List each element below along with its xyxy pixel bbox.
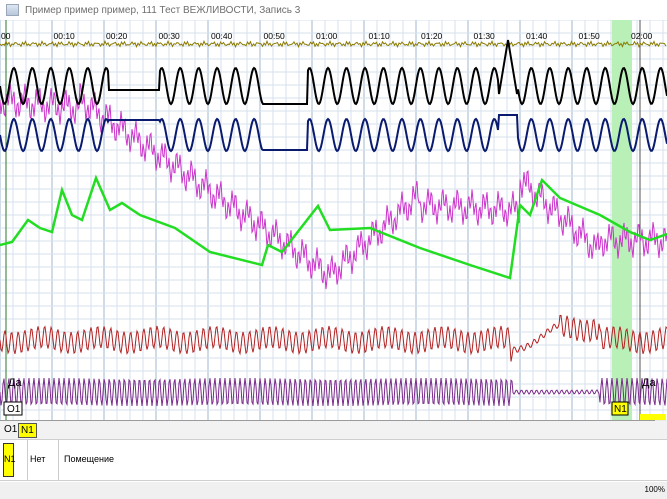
zoom-level: 100% <box>644 485 665 494</box>
time-tick-label: 00:20 <box>106 31 128 41</box>
status-bar: 100% <box>0 482 667 499</box>
time-tick-label: 01:20 <box>421 31 443 41</box>
time-tick-label: 01:40 <box>526 31 548 41</box>
motion-trace <box>0 377 667 407</box>
column-divider <box>27 440 28 480</box>
time-tick-label: 00:50 <box>264 31 286 41</box>
time-tick-label: 00:40 <box>211 31 233 41</box>
marker-o1[interactable]: О1 <box>4 423 17 436</box>
time-tick-label: 01:00 <box>316 31 338 41</box>
app-icon <box>6 4 19 16</box>
time-tick-label: 01:10 <box>369 31 391 41</box>
time-tick-label: 02:00 <box>631 31 653 41</box>
title-bar: Пример пример пример, 111 Тест ВЕЖЛИВОСТ… <box>0 0 667 21</box>
column-divider <box>58 440 59 480</box>
question-table-row[interactable]: N1 Нет Помещение <box>0 440 667 481</box>
polygraph-plot-area[interactable]: 00 00:10 00:20 00:30 00:40 00:50 01:00 01:10 01:… <box>0 20 667 421</box>
answer-right-label: Да <box>642 377 656 389</box>
cardio-trace <box>0 314 667 362</box>
marker-row: О1 N1 <box>0 421 667 440</box>
time-tick-label: 01:30 <box>474 31 496 41</box>
time-tick-label: 00:30 <box>159 31 181 41</box>
time-tick-label: 00 <box>1 31 11 41</box>
time-tick-label: 01:50 <box>579 31 601 41</box>
window-title: Пример пример пример, 111 Тест ВЕЖЛИВОСТ… <box>25 4 301 16</box>
question-right-label: N1 <box>614 404 627 415</box>
question-text-cell: Помещение <box>64 454 114 464</box>
question-highlight-band <box>612 20 632 420</box>
marker-n1[interactable]: N1 <box>18 423 37 438</box>
polygraph-chart[interactable]: 00 00:10 00:20 00:30 00:40 00:50 01:00 01:10 01:… <box>0 20 667 420</box>
question-left-label: О1 <box>7 404 21 415</box>
question-answer-cell: Нет <box>30 454 46 464</box>
time-tick-label: 00:10 <box>54 31 76 41</box>
question-code-cell: N1 <box>3 443 16 477</box>
answer-left-label: Да <box>8 377 22 389</box>
